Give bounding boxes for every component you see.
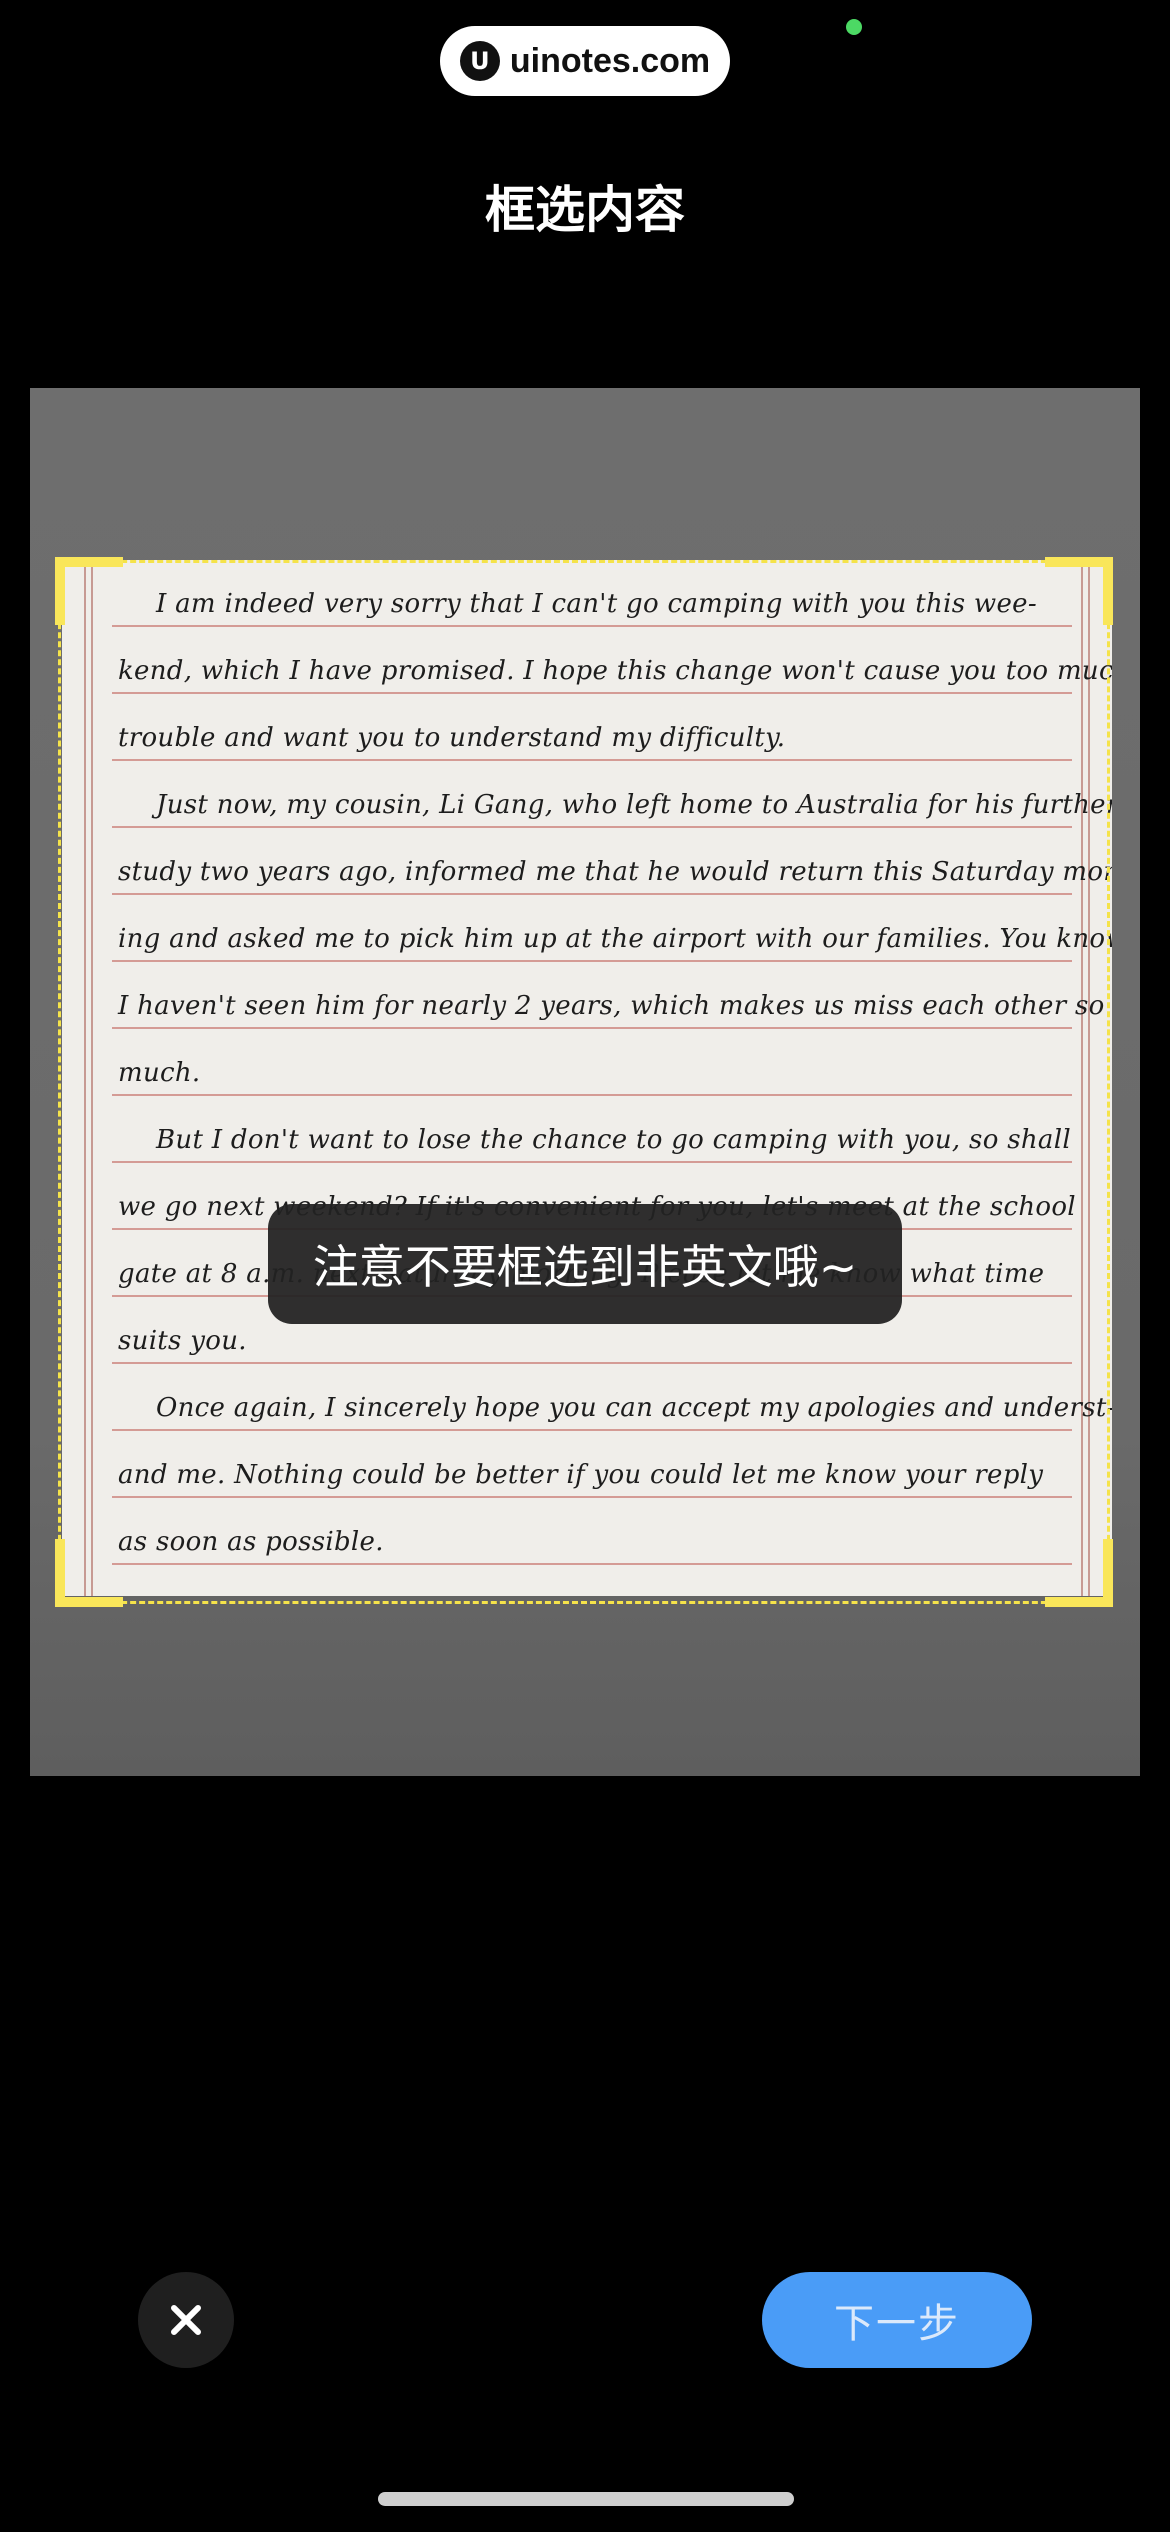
watermark-text: uinotes.com bbox=[509, 41, 711, 80]
home-indicator[interactable] bbox=[378, 2492, 794, 2506]
watermark-logo-icon: U bbox=[459, 41, 500, 81]
status-indicator-dot bbox=[846, 19, 862, 35]
hint-toast: 注意不要框选到非英文哦~ bbox=[268, 1204, 902, 1324]
watermark: U uinotes.com bbox=[440, 26, 730, 96]
crop-handle-top-left[interactable] bbox=[55, 557, 123, 625]
crop-handle-bottom-right[interactable] bbox=[1045, 1539, 1113, 1607]
close-button[interactable] bbox=[138, 2272, 234, 2368]
crop-handle-top-right[interactable] bbox=[1045, 557, 1113, 625]
close-icon bbox=[171, 2305, 201, 2335]
crop-selection-frame[interactable] bbox=[55, 557, 1113, 1607]
crop-handle-bottom-left[interactable] bbox=[55, 1539, 123, 1607]
page-title: 框选内容 bbox=[485, 181, 685, 239]
next-step-button[interactable]: 下一步 bbox=[762, 2272, 1032, 2368]
